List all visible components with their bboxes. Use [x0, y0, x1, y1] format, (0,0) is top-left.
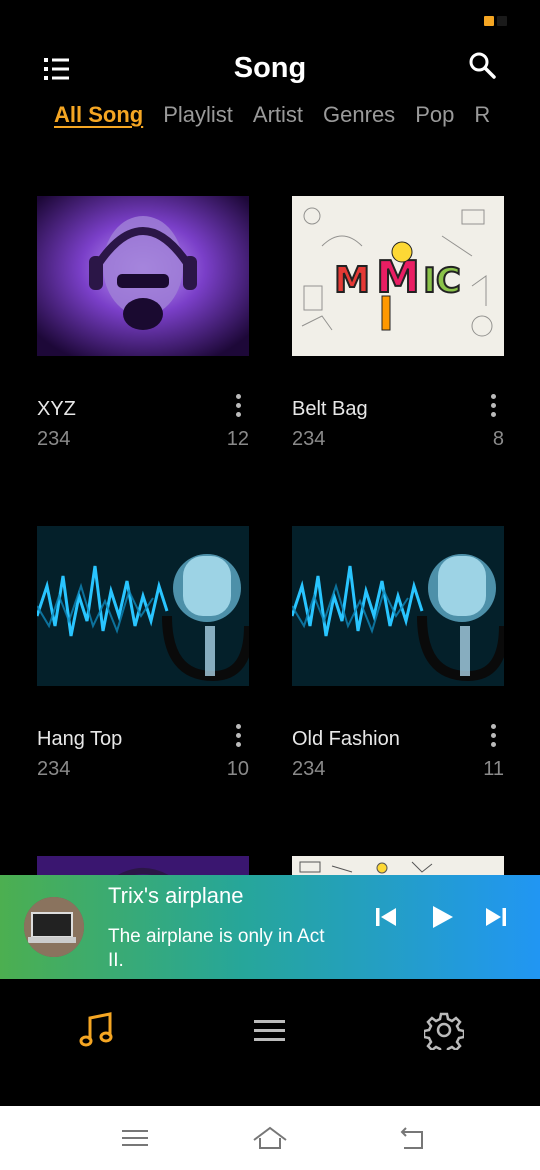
music-note-icon[interactable]: [78, 1010, 118, 1050]
album-art-music-doodle: [292, 856, 504, 875]
album-art-disco-skull: [37, 196, 249, 356]
song-title: XYZ: [37, 398, 76, 420]
song-number: 12: [226, 428, 249, 450]
more-options-icon[interactable]: [488, 394, 498, 422]
svg-text:IC: IC: [423, 261, 461, 301]
app-header: Song: [0, 40, 540, 96]
song-card[interactable]: [37, 856, 249, 875]
skip-previous-icon[interactable]: [372, 903, 400, 931]
search-icon[interactable]: [466, 50, 498, 82]
settings-gear-icon[interactable]: [422, 1010, 466, 1056]
album-art-microphone: [292, 526, 504, 686]
svg-text:M: M: [334, 260, 370, 301]
now-playing-title: Trix's airplane: [108, 883, 244, 908]
back-icon[interactable]: [394, 1122, 430, 1154]
home-icon[interactable]: [252, 1122, 288, 1154]
song-count: 234: [37, 428, 71, 450]
bottom-navigation: [0, 980, 540, 1106]
hamburger-menu-icon[interactable]: [250, 1010, 290, 1050]
battery-indicator-empty: [497, 16, 507, 26]
tab-artist[interactable]: Artist: [253, 100, 303, 130]
tab-r[interactable]: R: [474, 100, 490, 130]
song-title: Old Fashion: [292, 728, 400, 750]
page-title: Song: [233, 52, 307, 84]
more-options-icon[interactable]: [233, 724, 243, 752]
song-count: 234: [37, 758, 71, 780]
more-options-icon[interactable]: [488, 724, 498, 752]
play-icon[interactable]: [428, 903, 456, 931]
song-count: 234: [292, 758, 326, 780]
system-navigation-bar: [0, 1106, 540, 1170]
now-playing-bar[interactable]: Trix's airplane The airplane is only in …: [0, 875, 540, 979]
song-number: 10: [226, 758, 249, 780]
more-options-icon[interactable]: [233, 394, 243, 422]
now-playing-subtitle: The airplane is only in Act II.: [108, 926, 325, 971]
tab-genres[interactable]: Genres: [323, 100, 395, 130]
album-art-music-doodle: M M IC: [292, 196, 504, 356]
album-art-microphone: [37, 526, 249, 686]
song-card[interactable]: [292, 856, 504, 875]
skip-next-icon[interactable]: [482, 903, 510, 931]
now-playing-artwork: [24, 897, 84, 957]
recent-apps-icon[interactable]: [118, 1122, 154, 1154]
song-number: 11: [483, 758, 504, 780]
song-title: Hang Top: [37, 728, 123, 750]
album-art-disco-skull: [37, 856, 249, 875]
song-number: 8: [492, 428, 504, 450]
battery-indicator: [484, 16, 494, 26]
tab-all-song[interactable]: All Song: [54, 100, 143, 130]
tab-pop[interactable]: Pop: [415, 100, 454, 130]
song-title: Belt Bag: [292, 398, 368, 420]
category-tabs: All Song Playlist Artist Genres Pop R: [54, 100, 502, 134]
tab-playlist[interactable]: Playlist: [163, 100, 233, 130]
song-count: 234: [292, 428, 326, 450]
